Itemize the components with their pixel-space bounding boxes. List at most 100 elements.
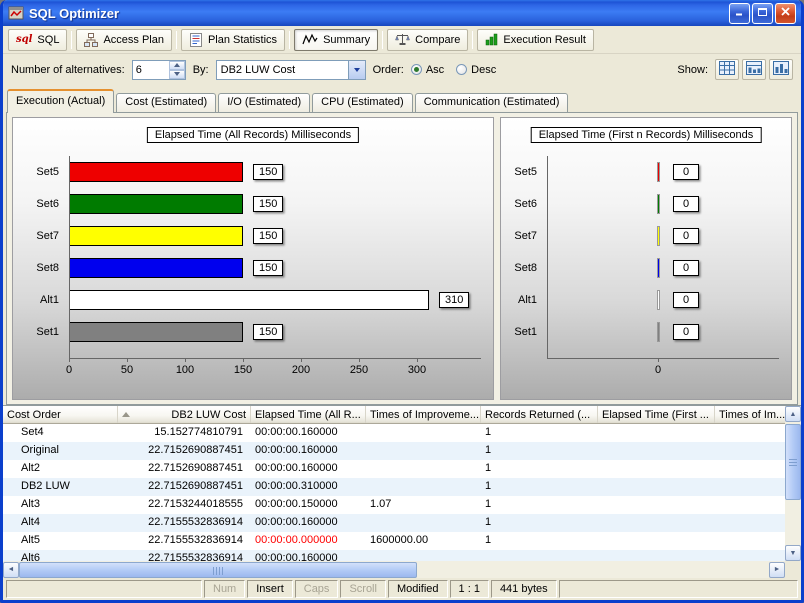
show-table-chart-button[interactable] xyxy=(742,59,766,80)
summary-tab-page: Elapsed Time (All Records) MillisecondsS… xyxy=(6,112,798,405)
toolbar-button-label: Access Plan xyxy=(103,34,164,46)
cell xyxy=(481,550,598,561)
table-row-alt4[interactable]: Alt422.715553283691400:00:00.1600001 xyxy=(3,514,785,532)
show-table-icon xyxy=(719,61,735,78)
toolbar-button-compare[interactable]: Compare xyxy=(387,29,468,51)
axis-tick xyxy=(359,358,360,362)
vertical-scroll-thumb[interactable] xyxy=(785,424,801,500)
table-row-original[interactable]: Original22.715269088745100:00:00.1600001 xyxy=(3,442,785,460)
bar-set1 xyxy=(69,322,243,342)
tab-i-o-estimated[interactable]: I/O (Estimated) xyxy=(218,93,310,112)
value-label-set8: 0 xyxy=(673,260,699,276)
cell: 1 xyxy=(481,424,598,442)
chart-first-n-records-panel: Elapsed Time (First n Records) Milliseco… xyxy=(500,117,792,400)
column-header-elapsed-time-all-r[interactable]: Elapsed Time (All R... xyxy=(251,406,366,423)
category-label-set6: Set6 xyxy=(13,194,59,214)
spin-down-button[interactable] xyxy=(169,70,185,79)
order-radio-desc[interactable]: Desc xyxy=(456,64,496,76)
column-header-label: Elapsed Time (All R... xyxy=(255,409,361,421)
bar-set7 xyxy=(69,226,243,246)
toolbar-button-plan-statistics[interactable]: Plan Statistics xyxy=(181,29,285,51)
table-row-alt6[interactable]: Alt622.715553283691400:00:00.160000 xyxy=(3,550,785,561)
scroll-up-button[interactable]: ▲ xyxy=(785,406,801,422)
column-header-db2-luw-cost[interactable]: DB2 LUW Cost xyxy=(118,406,251,423)
alternatives-input[interactable] xyxy=(133,61,169,79)
cell: 00:00:00.160000 xyxy=(251,460,366,478)
tab-cpu-estimated[interactable]: CPU (Estimated) xyxy=(312,93,413,112)
app-window: SQL Optimizer sql SQL Access Plan Plan Stat… xyxy=(0,0,804,603)
toolbar-button-access-plan[interactable]: Access Plan xyxy=(76,29,172,51)
tab-cost-estimated[interactable]: Cost (Estimated) xyxy=(116,93,216,112)
cell: 22.7152690887451 xyxy=(118,478,251,496)
cell: 1 xyxy=(481,532,598,550)
value-label-set6: 150 xyxy=(253,196,283,212)
cell: 00:00:00.160000 xyxy=(251,442,366,460)
minimize-button[interactable] xyxy=(729,3,750,24)
cell: 00:00:00.150000 xyxy=(251,496,366,514)
horizontal-scrollbar[interactable]: ◄ ► xyxy=(3,561,801,578)
cell xyxy=(715,478,785,496)
status-num: Num xyxy=(204,580,245,598)
column-header-times-of-im[interactable]: Times of Im... xyxy=(715,406,785,423)
toolbar-button-summary[interactable]: Summary xyxy=(294,29,378,51)
axis-tick xyxy=(417,358,418,362)
toolbar-separator xyxy=(289,31,290,49)
cell xyxy=(366,442,481,460)
close-button[interactable] xyxy=(775,3,796,24)
show-chart-button[interactable] xyxy=(769,59,793,80)
show-chart-icon xyxy=(773,61,789,78)
scroll-right-button[interactable]: ► xyxy=(769,562,785,578)
order-radio-asc[interactable]: Asc xyxy=(411,64,444,76)
scroll-down-button[interactable]: ▼ xyxy=(785,545,801,561)
horizontal-scroll-track[interactable] xyxy=(19,562,769,578)
title-bar[interactable]: SQL Optimizer xyxy=(3,0,801,26)
column-header-label: Times of Improveme... xyxy=(370,409,479,421)
bar-set1 xyxy=(657,322,660,342)
tab-communication-estimated[interactable]: Communication (Estimated) xyxy=(415,93,569,112)
axis-tick-label: 0 xyxy=(643,364,673,376)
x-axis xyxy=(547,358,779,359)
bar-alt1 xyxy=(69,290,429,310)
maximize-button[interactable] xyxy=(752,3,773,24)
results-grid: Cost OrderDB2 LUW Cost Elapsed Time (All … xyxy=(3,405,801,561)
toolbar-button-sql[interactable]: sql SQL xyxy=(8,29,67,51)
table-row-alt5[interactable]: Alt522.715553283691400:00:00.00000016000… xyxy=(3,532,785,550)
column-header-records-returned[interactable]: Records Returned (... xyxy=(481,406,598,423)
show-table-button[interactable] xyxy=(715,59,739,80)
cell xyxy=(598,496,715,514)
window-title: SQL Optimizer xyxy=(29,6,724,21)
vertical-scrollbar[interactable]: ▲ ▼ xyxy=(785,406,801,561)
bar-set5 xyxy=(657,162,660,182)
cell xyxy=(366,514,481,532)
dropdown-button[interactable] xyxy=(348,61,365,79)
vertical-scroll-track[interactable] xyxy=(785,422,801,545)
axis-tick-label: 200 xyxy=(286,364,316,376)
table-row-alt2[interactable]: Alt222.715269088745100:00:00.1600001 xyxy=(3,460,785,478)
show-table-chart-icon xyxy=(746,61,762,78)
radio-label: Desc xyxy=(471,64,496,76)
chevron-down-icon xyxy=(354,68,360,72)
horizontal-scroll-thumb[interactable] xyxy=(19,562,417,578)
tab-execution-actual[interactable]: Execution (Actual) xyxy=(7,89,114,113)
column-header-times-of-improveme[interactable]: Times of Improveme... xyxy=(366,406,481,423)
cell: 1 xyxy=(481,514,598,532)
value-label-alt1: 0 xyxy=(673,292,699,308)
sql-icon: sql xyxy=(16,35,32,45)
show-label: Show: xyxy=(677,64,708,76)
by-dropdown[interactable]: DB2 LUW Cost xyxy=(216,60,366,80)
column-header-elapsed-time-first[interactable]: Elapsed Time (First ... xyxy=(598,406,715,423)
axis-tick xyxy=(185,358,186,362)
status-1-1: 1 : 1 xyxy=(450,580,489,598)
table-row-alt3[interactable]: Alt322.715324401855500:00:00.1500001.071 xyxy=(3,496,785,514)
column-header-label: Times of Im... xyxy=(719,409,785,421)
cell: 1 xyxy=(481,496,598,514)
toolbar-button-execution-result[interactable]: Execution Result xyxy=(477,29,594,51)
table-row-db2-luw[interactable]: DB2 LUW22.715269088745100:00:00.3100001 xyxy=(3,478,785,496)
toolbar-button-label: SQL xyxy=(37,34,59,46)
scroll-left-button[interactable]: ◄ xyxy=(3,562,19,578)
table-row-set4[interactable]: Set415.15277481079100:00:00.1600001 xyxy=(3,424,785,442)
column-header-cost-order[interactable]: Cost Order xyxy=(3,406,118,423)
show-button-group xyxy=(715,59,793,80)
cell: 00:00:00.000000 xyxy=(251,532,366,550)
spin-up-button[interactable] xyxy=(169,61,185,70)
